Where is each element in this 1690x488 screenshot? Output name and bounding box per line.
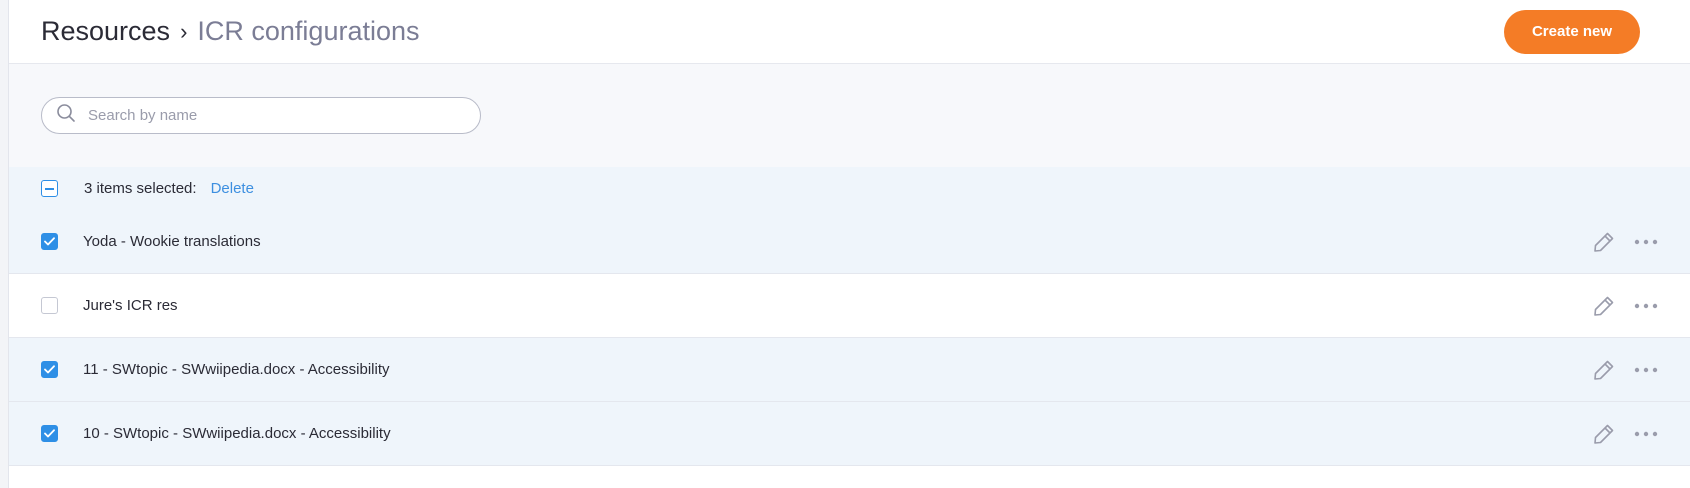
row-name[interactable]: Jure's ICR res (83, 297, 178, 314)
selected-count-label: 3 items selected: (84, 180, 197, 197)
more-horizontal-icon[interactable] (1632, 228, 1660, 256)
breadcrumb-current-page: ICR configurations (197, 16, 420, 46)
row-actions (1590, 402, 1660, 465)
more-horizontal-icon[interactable] (1632, 292, 1660, 320)
search-box[interactable] (41, 97, 481, 134)
pencil-icon[interactable] (1590, 356, 1618, 384)
bulk-selection-bar: 3 items selected: Delete (9, 167, 1690, 210)
row-name[interactable]: 10 - SWtopic - SWwiipedia.docx - Accessi… (83, 425, 391, 442)
row-actions (1590, 210, 1660, 273)
table-row[interactable]: 10 - SWtopic - SWwiipedia.docx - Accessi… (9, 402, 1690, 466)
select-all-checkbox[interactable] (41, 180, 58, 197)
row-checkbox[interactable] (41, 297, 58, 314)
table-row[interactable]: 11 - SWtopic - SWwiipedia.docx - Accessi… (9, 338, 1690, 402)
checkmark-icon (44, 429, 55, 438)
row-checkbox[interactable] (41, 425, 58, 442)
table-row[interactable]: Yoda - Wookie translations (9, 210, 1690, 274)
search-bar-section (9, 64, 1690, 167)
pencil-icon[interactable] (1590, 420, 1618, 448)
pencil-icon[interactable] (1590, 292, 1618, 320)
table-row[interactable]: Jure's ICR res (9, 274, 1690, 338)
breadcrumb-separator: › (180, 18, 188, 44)
row-actions (1590, 274, 1660, 337)
page-header: Resources › ICR configurations Create ne… (9, 0, 1690, 64)
configurations-list: Yoda - Wookie translations Jure's ICR re… (9, 210, 1690, 466)
pencil-icon[interactable] (1590, 228, 1618, 256)
left-edge-rail (0, 0, 9, 488)
checkmark-icon (44, 365, 55, 374)
breadcrumb: Resources › ICR configurations (41, 16, 420, 47)
delete-selected-link[interactable]: Delete (211, 180, 254, 197)
more-horizontal-icon[interactable] (1632, 356, 1660, 384)
page: Resources › ICR configurations Create ne… (9, 0, 1690, 488)
row-checkbox[interactable] (41, 361, 58, 378)
indeterminate-icon (45, 187, 54, 190)
row-name[interactable]: Yoda - Wookie translations (83, 233, 261, 250)
search-icon (56, 103, 76, 128)
create-new-button[interactable]: Create new (1504, 9, 1640, 54)
row-actions (1590, 338, 1660, 401)
row-name[interactable]: 11 - SWtopic - SWwiipedia.docx - Accessi… (83, 361, 389, 378)
row-checkbox[interactable] (41, 233, 58, 250)
breadcrumb-resources[interactable]: Resources (41, 16, 170, 47)
more-horizontal-icon[interactable] (1632, 420, 1660, 448)
checkmark-icon (44, 237, 55, 246)
search-input[interactable] (88, 107, 448, 124)
